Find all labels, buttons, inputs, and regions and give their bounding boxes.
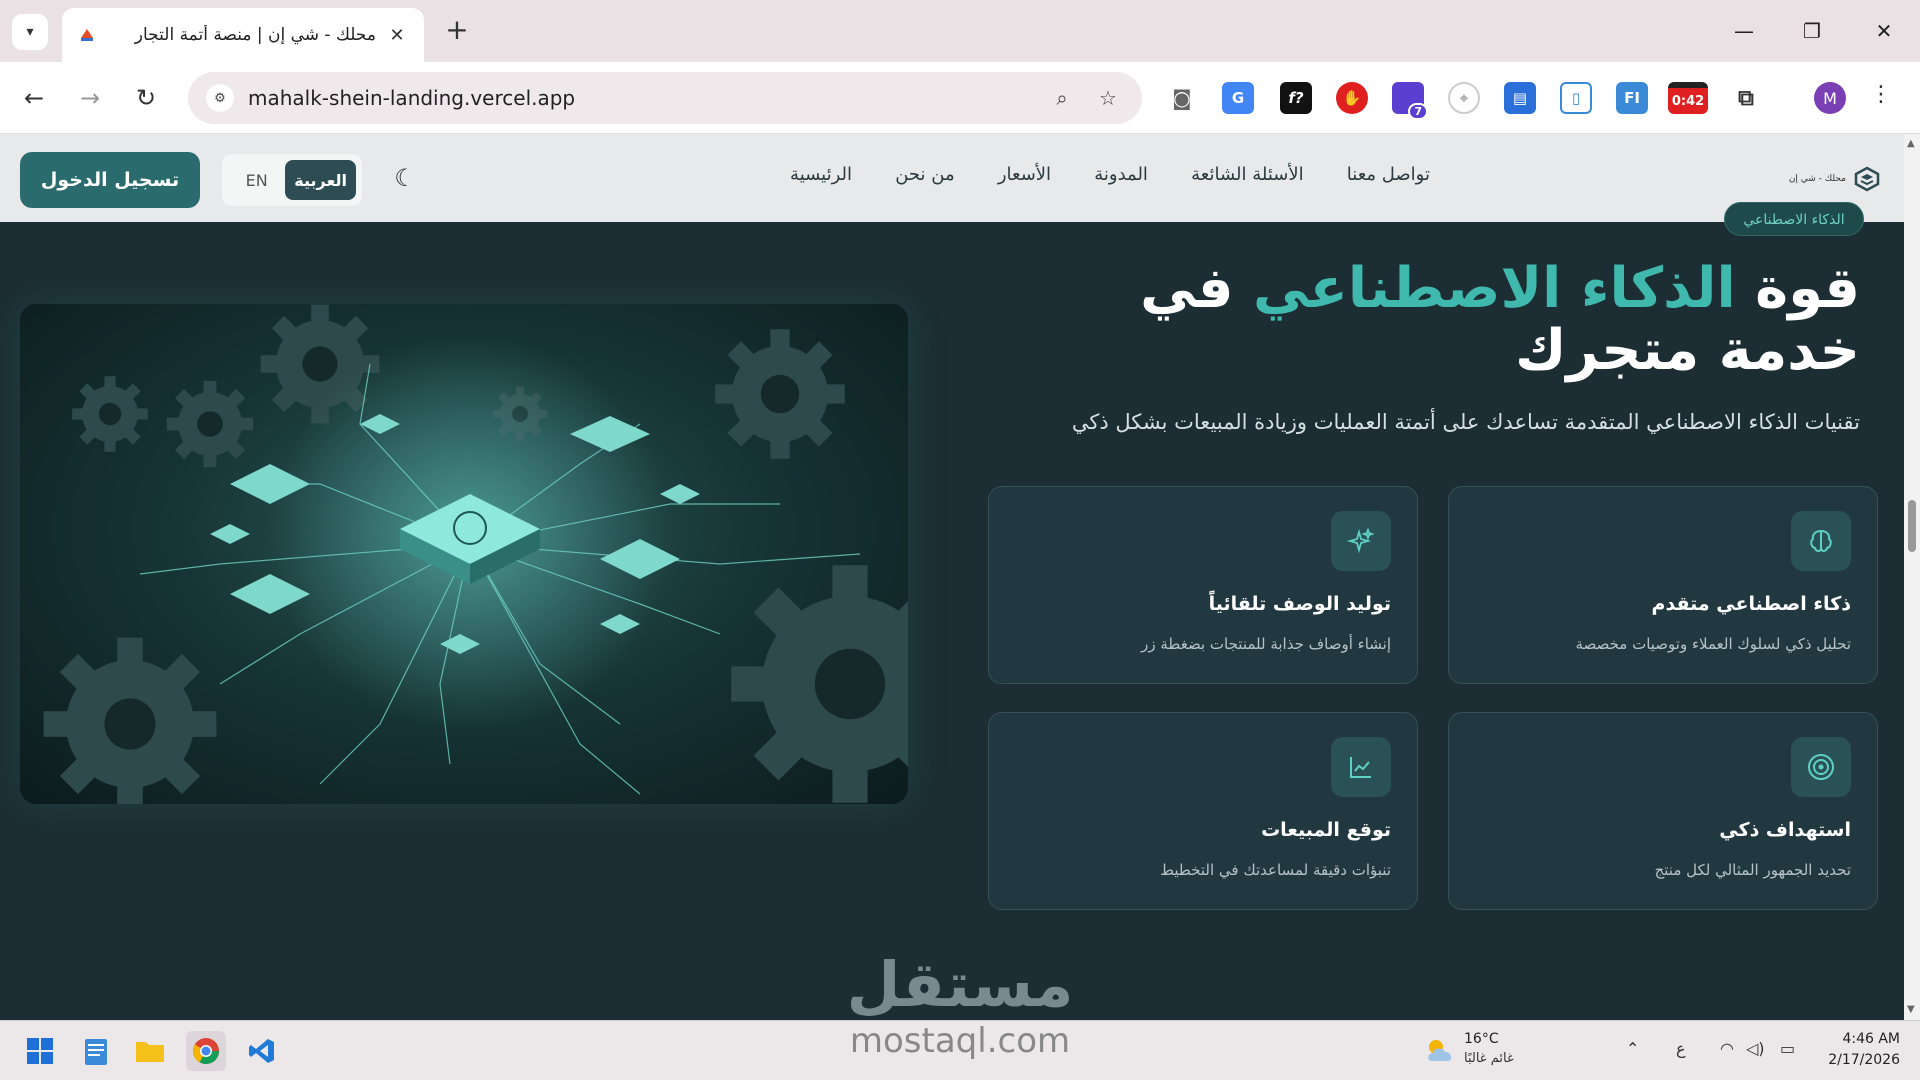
reload-button[interactable]: ↻ [128,80,164,116]
extensions-puzzle-icon[interactable]: ⧉ [1730,82,1762,114]
page-scrollbar[interactable]: ▲ ▼ [1904,134,1920,1020]
camera-icon[interactable]: ◙ [1166,82,1198,114]
nav-faq[interactable]: الأسئلة الشائعة [1191,164,1303,194]
feature-card-smart-targeting[interactable]: استهداف ذكي تحديد الجمهور المثالي لكل من… [1448,712,1878,910]
chart-line-icon [1331,737,1391,797]
watermark-english: mostaql.com [849,1021,1071,1061]
scroll-thumb[interactable] [1908,500,1916,552]
url-text[interactable]: mahalk-shein-landing.vercel.app [248,86,1032,110]
notepad-icon[interactable] [76,1031,116,1071]
adblock-extension-icon[interactable]: ✋ [1336,82,1368,114]
hero-subtitle: تقنيات الذكاء الاصطناعي المتقدمة تساعدك … [1071,410,1860,434]
feature-title: ذكاء اصطناعي متقدم [1651,593,1851,615]
ruler-extension-icon[interactable]: ▤ [1504,82,1536,114]
zoom-search-icon[interactable]: ⌕ [1046,86,1078,110]
cloud-sun-icon [1428,1040,1452,1061]
browser-tabbar: ▾ محلك - شي إن | منصة أتمة التجار ✕ + — … [0,0,1920,62]
back-button[interactable]: ← [16,80,52,116]
weather-temperature: 16°C [1464,1031,1499,1047]
minimize-button[interactable]: — [1724,14,1764,48]
feature-desc: تحليل ذكي لسلوك العملاء وتوصيات مخصصة [1575,635,1851,653]
weather-description: غائم غالبًا [1464,1051,1514,1066]
wifi-icon[interactable]: ◠ [1720,1039,1734,1058]
lang-en-option[interactable]: EN [228,171,285,190]
feature-desc: إنشاء أوصاف جذابة للمنتجات بضغطة زر [1141,635,1391,653]
address-bar[interactable]: ⚙ mahalk-shein-landing.vercel.app ⌕ ☆ [188,72,1142,124]
file-explorer-icon[interactable] [130,1031,170,1071]
sparkles-icon [1331,511,1391,571]
feature-card-sales-forecast[interactable]: توقع المبيعات تنبؤات دقيقة لمساعدتك في ا… [988,712,1418,910]
feature-desc: تحديد الجمهور المثالي لكل منتج [1654,861,1851,879]
browser-toolbar: ← → ↻ ⚙ mahalk-shein-landing.vercel.app … [0,62,1920,134]
browser-menu-icon[interactable]: ⋮ [1870,82,1892,107]
extension-badge: 7 [1408,103,1428,120]
feature-title: استهداف ذكي [1719,819,1851,841]
windows-taskbar: mostaql.com 16°C غائم غالبًا ⌃ ع ◠ ◁) ▭ … [0,1020,1920,1080]
brain-icon [1791,511,1851,571]
circuit-chip-image [43,304,908,804]
brand-logo-icon [1854,166,1880,192]
nav-blog[interactable]: المدونة [1094,164,1148,194]
hero-title-part1: قوة [1755,256,1860,321]
language-switcher[interactable]: EN العربية [222,154,362,206]
nav-contact[interactable]: تواصل معنا [1347,164,1430,194]
clock-date: 2/17/2026 [1828,1052,1900,1068]
weather-widget[interactable]: 16°C غائم غالبًا [1420,1029,1540,1073]
site-info-icon[interactable]: ⚙ [206,84,234,112]
hat-extension-icon[interactable]: 7 [1392,82,1428,120]
site-favicon [81,29,93,41]
target-icon [1791,737,1851,797]
browser-tab[interactable]: محلك - شي إن | منصة أتمة التجار ✕ [62,8,424,62]
fi-extension-icon[interactable]: FI [1616,82,1648,114]
hero-title-accent: الذكاء الاصطناعي [1253,256,1736,321]
restore-button[interactable]: ❐ [1792,14,1832,48]
feature-card-advanced-ai[interactable]: ذكاء اصطناعي متقدم تحليل ذكي لسلوك العمل… [1448,486,1878,684]
web-page: تسجيل الدخول EN العربية ☾ الرئيسية من نح… [0,134,1904,1020]
profile-avatar[interactable]: M [1814,82,1846,114]
volume-icon[interactable]: ◁) [1746,1039,1765,1058]
phone-extension-icon[interactable]: ▯ [1560,82,1592,114]
hero-title: قوة الذكاء الاصطناعي في خدمة متجرك [1040,258,1860,382]
timer-text: 0:42 [1671,93,1705,109]
scroll-up-arrow[interactable]: ▲ [1907,138,1915,149]
tab-close-icon[interactable]: ✕ [386,25,408,46]
tab-title: محلك - شي إن | منصة أتمة التجار [134,25,376,45]
ai-circuit-illustration [20,304,908,804]
new-tab-button[interactable]: + [440,14,474,48]
start-windows-icon[interactable] [20,1031,60,1071]
font-extension-icon[interactable]: f? [1280,82,1312,114]
feature-desc: تنبؤات دقيقة لمساعدتك في التخطيط [1160,861,1391,879]
login-button[interactable]: تسجيل الدخول [20,152,200,208]
main-nav: الرئيسية من نحن الأسعار المدونة الأسئلة … [790,164,1430,194]
tab-search-button[interactable]: ▾ [12,14,48,50]
nav-home[interactable]: الرئيسية [790,164,852,194]
feature-title: توقع المبيعات [1261,819,1391,841]
bookmark-star-icon[interactable]: ☆ [1092,86,1124,110]
brand-text: محلك - شي إن [1788,174,1846,184]
mostaql-watermark: مستقل [840,952,1080,1018]
watermark-arabic: مستقل [846,948,1074,1020]
close-window-button[interactable]: ✕ [1864,14,1904,48]
system-clock[interactable]: 4:46 AM 2/17/2026 [1800,1029,1900,1071]
feature-card-auto-description[interactable]: توليد الوصف تلقائياً إنشاء أوصاف جذابة ل… [988,486,1418,684]
battery-icon[interactable]: ▭ [1780,1039,1795,1058]
lang-ar-option[interactable]: العربية [285,160,356,200]
compass-extension-icon[interactable]: ⌖ [1448,82,1480,114]
translate-extension-icon[interactable]: G [1222,82,1254,114]
section-badge: الذكاء الاصطناعي [1724,202,1864,236]
nav-pricing[interactable]: الأسعار [998,164,1051,194]
timer-extension-icon[interactable]: 0:42 [1668,82,1708,114]
show-hidden-icons-chevron-icon[interactable]: ⌃ [1626,1039,1639,1058]
vscode-icon[interactable] [242,1031,282,1071]
moon-icon[interactable]: ☾ [390,164,420,194]
clock-time: 4:46 AM [1842,1031,1900,1047]
site-header: تسجيل الدخول EN العربية ☾ الرئيسية من نح… [0,134,1904,222]
nav-about[interactable]: من نحن [895,164,954,194]
scroll-down-arrow[interactable]: ▼ [1907,1004,1915,1015]
chrome-taskbar-icon[interactable] [186,1031,226,1071]
forward-button[interactable]: → [72,80,108,116]
brand-logo-link[interactable]: محلك - شي إن [1780,164,1880,194]
feature-title: توليد الوصف تلقائياً [1208,593,1391,615]
input-language-indicator[interactable]: ع [1676,1039,1686,1058]
